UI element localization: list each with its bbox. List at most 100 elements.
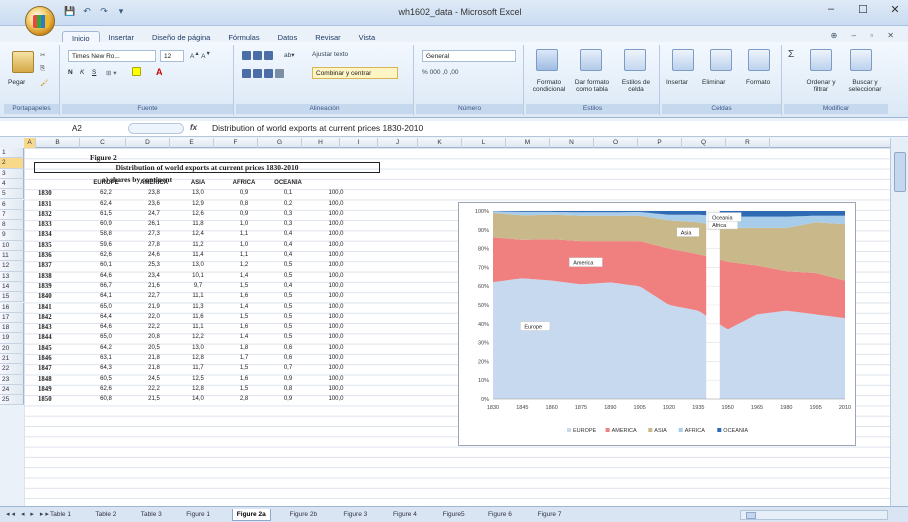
value-cell[interactable]: 1,5: [222, 365, 266, 371]
sheet-tab[interactable]: Figure 3: [339, 509, 371, 521]
column-header[interactable]: A: [24, 138, 36, 148]
horizontal-scrollbar-thumb[interactable]: [746, 512, 756, 519]
row-header[interactable]: 15: [0, 292, 24, 303]
value-cell[interactable]: 24,6: [132, 252, 176, 258]
merge-center-button[interactable]: Combinar y centrar: [312, 67, 398, 79]
align-left-icon[interactable]: [242, 69, 286, 78]
year-cell[interactable]: 1841: [38, 304, 52, 311]
format-table-icon[interactable]: [580, 49, 602, 71]
minimize-button[interactable]: –: [824, 3, 838, 16]
format-button[interactable]: Formato: [746, 79, 770, 86]
value-cell[interactable]: 60,9: [84, 221, 128, 227]
value-cell[interactable]: 0,4: [266, 252, 310, 258]
value-cell[interactable]: 20,8: [132, 334, 176, 340]
column-header[interactable]: O: [594, 138, 638, 148]
orientation-icon[interactable]: ab▾: [284, 51, 295, 59]
column-header[interactable]: F: [214, 138, 258, 148]
value-cell[interactable]: 100,0: [314, 283, 358, 289]
delete-button[interactable]: Eliminar: [702, 79, 725, 86]
value-cell[interactable]: 10,1: [176, 273, 220, 279]
value-cell[interactable]: 100,0: [314, 242, 358, 248]
row-header[interactable]: 23: [0, 374, 24, 385]
value-cell[interactable]: 1,1: [222, 252, 266, 258]
value-cell[interactable]: 100,0: [314, 190, 358, 196]
value-cell[interactable]: 12,6: [176, 211, 220, 217]
value-cell[interactable]: 22,7: [132, 293, 176, 299]
value-cell[interactable]: 13,0: [176, 262, 220, 268]
value-cell[interactable]: 12,8: [176, 355, 220, 361]
value-cell[interactable]: 1,7: [222, 355, 266, 361]
row-header[interactable]: 17: [0, 312, 24, 324]
value-cell[interactable]: 2,8: [222, 396, 266, 402]
year-cell[interactable]: 1837: [38, 262, 52, 269]
value-cell[interactable]: 1,4: [222, 334, 266, 340]
find-select-button[interactable]: Buscar y seleccionar: [842, 79, 888, 93]
sheet-tab[interactable]: Table 1: [46, 509, 75, 521]
value-cell[interactable]: 11,1: [176, 324, 220, 330]
maximize-button[interactable]: ☐: [856, 3, 870, 16]
year-cell[interactable]: 1833: [38, 221, 52, 228]
value-cell[interactable]: 1,0: [222, 242, 266, 248]
row-header[interactable]: 7: [0, 209, 24, 221]
value-cell[interactable]: 61,5: [84, 211, 128, 217]
value-cell[interactable]: 62,6: [84, 252, 128, 258]
format-painter-icon[interactable]: 🖌: [40, 79, 48, 87]
column-header[interactable]: H: [302, 138, 340, 148]
column-header[interactable]: D: [126, 138, 170, 148]
value-cell[interactable]: 21,6: [132, 283, 176, 289]
value-cell[interactable]: 1,0: [222, 221, 266, 227]
value-cell[interactable]: 100,0: [314, 324, 358, 330]
value-cell[interactable]: 0,3: [266, 221, 310, 227]
paste-icon[interactable]: [12, 51, 34, 73]
quick-access-icon[interactable]: ▾: [115, 5, 127, 17]
row-header[interactable]: 14: [0, 281, 24, 293]
value-cell[interactable]: 1,5: [222, 314, 266, 320]
sheet-nav-arrows[interactable]: ◂◂ ◂ ▸ ▸▸: [6, 510, 51, 518]
row-header[interactable]: 16: [0, 302, 24, 313]
value-cell[interactable]: 25,3: [132, 262, 176, 268]
row-header[interactable]: 20: [0, 343, 24, 354]
wrap-text-button[interactable]: Ajustar texto: [312, 51, 348, 58]
value-cell[interactable]: 63,1: [84, 355, 128, 361]
row-header[interactable]: 13: [0, 271, 24, 282]
value-cell[interactable]: 0,7: [266, 365, 310, 371]
value-cell[interactable]: 1,6: [222, 293, 266, 299]
column-header[interactable]: Q: [682, 138, 726, 148]
value-cell[interactable]: 100,0: [314, 201, 358, 207]
paste-button[interactable]: Pegar: [8, 79, 25, 86]
value-cell[interactable]: 11,3: [176, 304, 220, 310]
value-cell[interactable]: 1,4: [222, 304, 266, 310]
row-header[interactable]: 10: [0, 240, 24, 251]
sheet-tab[interactable]: Table 2: [91, 509, 120, 521]
number-format-buttons[interactable]: % 000 ,0 ,00: [422, 69, 459, 76]
sheet-title[interactable]: Distribution of world exports at current…: [34, 162, 380, 173]
value-cell[interactable]: 100,0: [314, 273, 358, 279]
value-cell[interactable]: 0,4: [266, 231, 310, 237]
year-cell[interactable]: 1839: [38, 283, 52, 290]
value-cell[interactable]: 64,4: [84, 314, 128, 320]
value-cell[interactable]: 9,7: [176, 283, 220, 289]
underline-button[interactable]: S: [92, 69, 96, 76]
value-cell[interactable]: 66,7: [84, 283, 128, 289]
value-cell[interactable]: 60,5: [84, 376, 128, 382]
column-header[interactable]: J: [378, 138, 418, 148]
value-cell[interactable]: 11,1: [176, 293, 220, 299]
value-cell[interactable]: 11,6: [176, 314, 220, 320]
value-cell[interactable]: 64,6: [84, 273, 128, 279]
value-cell[interactable]: 0,8: [266, 386, 310, 392]
value-cell[interactable]: 12,5: [176, 376, 220, 382]
value-cell[interactable]: 23,6: [132, 201, 176, 207]
column-header[interactable]: E: [170, 138, 214, 148]
value-cell[interactable]: 1,1: [222, 231, 266, 237]
row-header[interactable]: 9: [0, 230, 24, 241]
sheet-tab[interactable]: Figure 7: [534, 509, 566, 521]
row-header[interactable]: 5: [0, 189, 24, 200]
value-cell[interactable]: 1,2: [222, 262, 266, 268]
column-header[interactable]: C: [80, 138, 126, 148]
value-cell[interactable]: 23,8: [132, 190, 176, 196]
value-cell[interactable]: 100,0: [314, 355, 358, 361]
value-cell[interactable]: 62,6: [84, 386, 128, 392]
border-icon[interactable]: ⊞ ▾: [106, 69, 117, 77]
value-cell[interactable]: 100,0: [314, 304, 358, 310]
value-cell[interactable]: 0,5: [266, 314, 310, 320]
